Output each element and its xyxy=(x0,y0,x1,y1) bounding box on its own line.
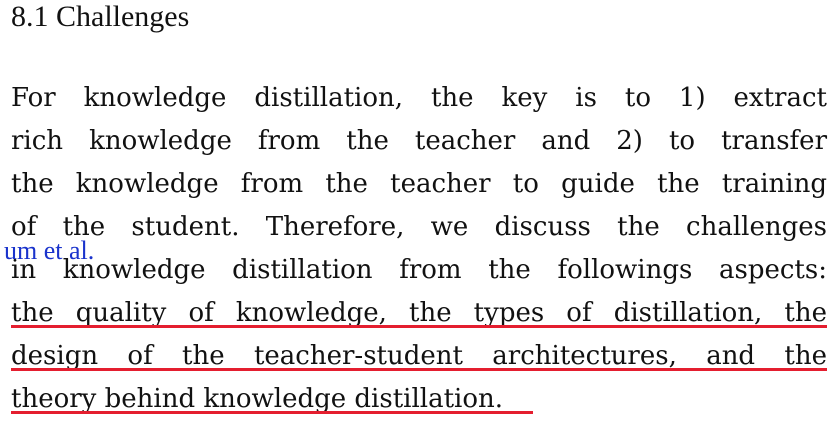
red-underline-1 xyxy=(11,325,827,328)
paragraph-line-5: in knowledge distillation from the follo… xyxy=(11,255,827,285)
paragraph-line-2: rich knowledge from the teacher and 2) t… xyxy=(11,126,827,156)
document-page: 8.1 Challenges For knowledge distillatio… xyxy=(0,0,838,426)
red-underline-3 xyxy=(11,411,533,414)
paragraph-line-4: of the student. Therefore, we discuss th… xyxy=(11,212,827,242)
paragraph-line-3: the knowledge from the teacher to guide … xyxy=(11,169,827,199)
citation-link[interactable]: um et al. xyxy=(4,237,94,265)
paragraph-line-1: For knowledge distillation, the key is t… xyxy=(11,83,827,113)
section-heading: 8.1 Challenges xyxy=(11,0,190,33)
red-underline-2 xyxy=(11,368,827,371)
